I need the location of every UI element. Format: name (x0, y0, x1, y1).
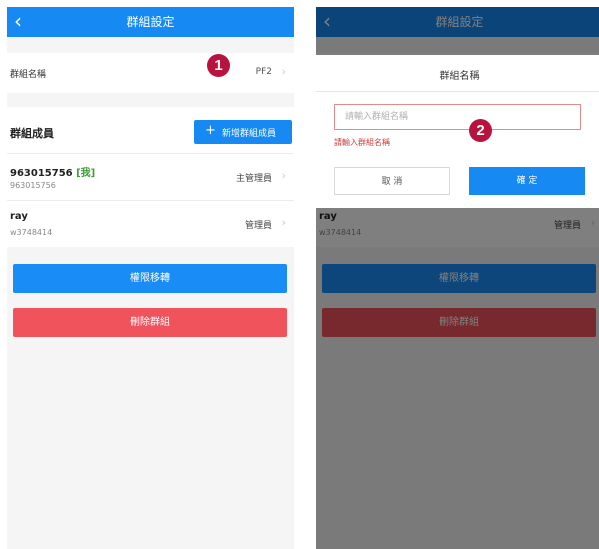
plus-icon: + (205, 123, 216, 138)
cancel-button[interactable]: 取 消 (334, 167, 450, 195)
dialog-title: 群組名稱 (439, 71, 480, 82)
member-role: 主管理員 (235, 174, 272, 184)
group-name-input[interactable]: 請輸入群組名稱 (334, 104, 581, 130)
group-name-dialog: 群組名稱 請輸入群組名稱 請輸入群組名稱 取 消 確 定 (316, 55, 599, 208)
member-row[interactable]: 963015756 [我] 963015756 主管理員 › (7, 153, 294, 200)
member-id: 963015756 (10, 181, 56, 190)
chevron-right-icon: › (281, 169, 286, 182)
error-message: 請輸入群組名稱 (334, 138, 390, 147)
chevron-right-icon: › (281, 65, 286, 78)
transfer-permission-button[interactable]: 權限移轉 (13, 264, 287, 293)
right-phone-screen: ‹ 群組設定 群組名稱 PF2 › 群組成員 + 新增群組成員 96301575… (316, 7, 599, 549)
delete-group-button[interactable]: 刪除群組 (13, 308, 287, 337)
members-header: 群組成員 + 新增群組成員 (7, 107, 294, 153)
member-name: 963015756 (10, 168, 73, 179)
nav-bar: ‹ 群組設定 (7, 7, 294, 37)
callout-badge-1: 1 (207, 54, 230, 77)
member-row[interactable]: ray w3748414 管理員 › (7, 200, 294, 247)
add-member-label: 新增群組成員 (222, 129, 277, 139)
group-name-value: PF2 (255, 67, 272, 77)
confirm-button[interactable]: 確 定 (469, 167, 585, 195)
group-name-row[interactable]: 群組名稱 PF2 › (7, 53, 294, 93)
member-role: 管理員 (244, 221, 272, 231)
me-tag: [我] (76, 168, 96, 179)
left-phone-screen: ‹ 群組設定 群組名稱 PF2 › 群組成員 + 新增群組成員 96301575… (7, 7, 294, 549)
member-id: w3748414 (10, 228, 53, 237)
dialog-divider (316, 91, 599, 92)
members-title: 群組成員 (10, 127, 54, 140)
add-member-button[interactable]: + 新增群組成員 (194, 120, 292, 144)
group-name-label: 群組名稱 (10, 70, 47, 80)
callout-badge-2: 2 (469, 119, 492, 142)
chevron-right-icon: › (281, 216, 286, 229)
member-name: ray (10, 211, 28, 222)
page-title: 群組設定 (126, 15, 175, 29)
